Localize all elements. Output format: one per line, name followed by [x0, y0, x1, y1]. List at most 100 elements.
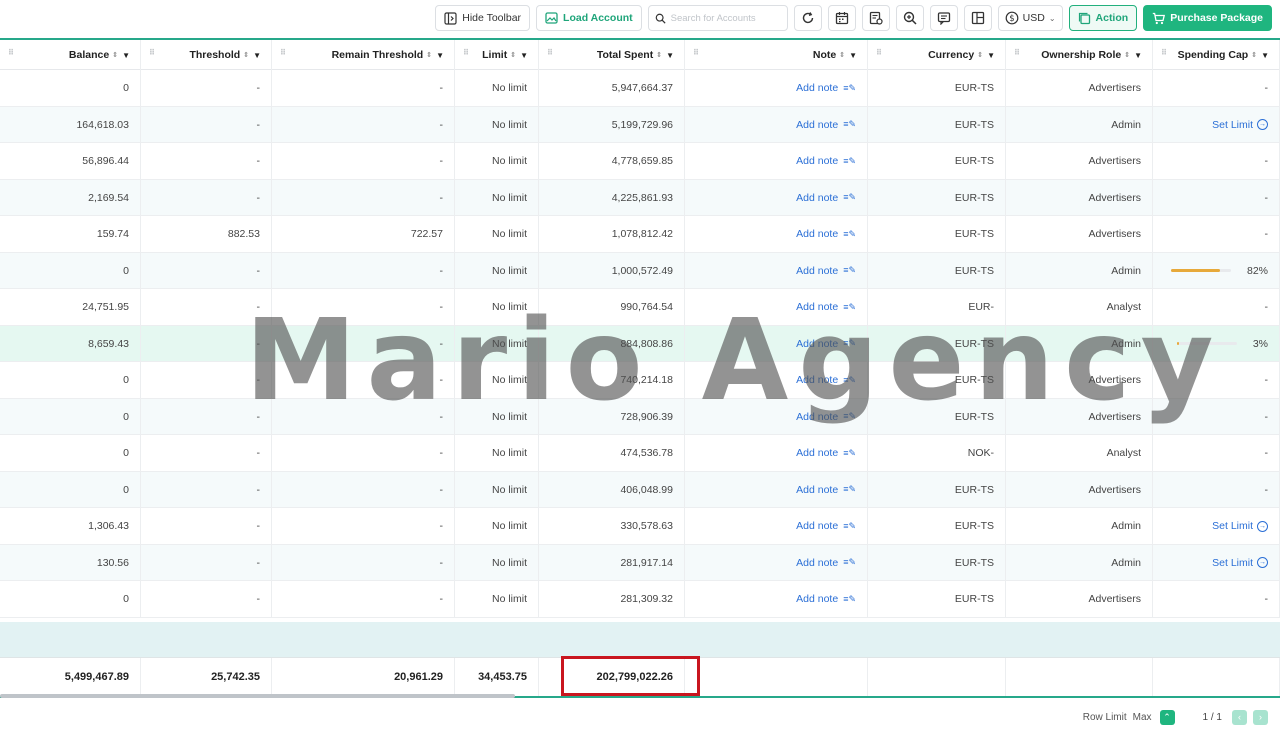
table-row[interactable]: 159.74 882.53 722.57 No limit 1,078,812.42 Ad…	[0, 216, 1280, 253]
caret-down-icon[interactable]: ▼	[253, 51, 261, 60]
cell-note[interactable]: Add note ≡✎	[685, 581, 868, 617]
currency-select[interactable]: $ USD ⌄	[997, 5, 1063, 31]
drag-handle-icon[interactable]: ⠿	[463, 49, 469, 59]
drag-handle-icon[interactable]: ⠿	[280, 49, 286, 59]
cell-note[interactable]: Add note ≡✎	[685, 471, 868, 508]
edit-note-icon[interactable]: ≡✎	[843, 265, 856, 276]
cell-note[interactable]: Add note ≡✎	[685, 216, 868, 252]
table-row[interactable]: 0- - No limit 281,309.32 Add note ≡✎ EUR-TS Adv…	[0, 581, 1280, 618]
column-header-note[interactable]: ⠿ Note ⇕ ▼	[685, 40, 868, 70]
table-row[interactable]: 0- - No limit 5,947,664.37 Add note ≡✎ EUR-TS A…	[0, 70, 1280, 107]
sort-icon[interactable]: ⇕	[426, 51, 432, 59]
cell-note[interactable]: Add note ≡✎	[685, 398, 868, 435]
horizontal-scrollbar[interactable]	[0, 694, 515, 698]
table-row[interactable]: 0- - No limit 728,906.39 Add note ≡✎ EUR-TS Adv…	[0, 398, 1280, 435]
add-note-link[interactable]: Add note	[796, 447, 838, 459]
cell-note[interactable]: Add note ≡✎	[685, 544, 868, 581]
next-page-button[interactable]: ›	[1253, 709, 1268, 725]
sort-icon[interactable]: ⇕	[1124, 51, 1130, 59]
cell-note[interactable]: Add note ≡✎	[685, 289, 868, 325]
table-row[interactable]: 0- - No limit 406,048.99 Add note ≡✎ EUR-TS Adv…	[0, 471, 1280, 508]
sort-icon[interactable]: ⇕	[1251, 51, 1257, 59]
calendar-button[interactable]	[827, 5, 856, 31]
arrow-right-circle-icon[interactable]: →	[1257, 119, 1268, 130]
add-note-link[interactable]: Add note	[796, 338, 838, 350]
layout-button[interactable]	[963, 5, 992, 31]
purchase-package-button[interactable]: Purchase Package	[1143, 5, 1272, 31]
sort-icon[interactable]: ⇕	[977, 51, 983, 59]
comments-button[interactable]	[929, 5, 958, 31]
cell-note[interactable]: Add note ≡✎	[685, 70, 868, 106]
table-row[interactable]: 56,896.44- - No limit 4,778,659.85 Add note ≡…	[0, 143, 1280, 180]
add-note-link[interactable]: Add note	[796, 374, 838, 386]
refresh-button[interactable]	[793, 5, 822, 31]
add-note-link[interactable]: Add note	[796, 593, 838, 605]
search-input[interactable]	[670, 12, 781, 24]
edit-note-icon[interactable]: ≡✎	[843, 192, 856, 203]
drag-handle-icon[interactable]: ⠿	[8, 49, 14, 59]
cell-note[interactable]: Add note ≡✎	[685, 179, 868, 216]
set-limit-link[interactable]: Set Limit	[1212, 119, 1253, 131]
cell-note[interactable]: Add note ≡✎	[685, 508, 868, 544]
drag-handle-icon[interactable]: ⠿	[149, 49, 155, 59]
edit-note-icon[interactable]: ≡✎	[843, 302, 856, 313]
column-header-remain-threshold[interactable]: ⠿ Remain Threshold ⇕ ▼	[272, 40, 455, 70]
column-header-spending-cap[interactable]: ⠿ Spending Cap ⇕ ▼	[1153, 40, 1280, 70]
cell-spending-cap[interactable]: Set Limit →	[1153, 106, 1280, 143]
column-header-ownership-role[interactable]: ⠿ Ownership Role ⇕ ▼	[1006, 40, 1153, 70]
sort-icon[interactable]: ⇕	[656, 51, 662, 59]
edit-note-icon[interactable]: ≡✎	[843, 557, 856, 568]
add-note-link[interactable]: Add note	[796, 155, 838, 167]
cell-note[interactable]: Add note ≡✎	[685, 106, 868, 143]
edit-note-icon[interactable]: ≡✎	[843, 375, 856, 386]
caret-down-icon[interactable]: ▼	[666, 51, 674, 60]
add-note-link[interactable]: Add note	[796, 301, 838, 313]
edit-note-icon[interactable]: ≡✎	[843, 83, 856, 94]
arrow-right-circle-icon[interactable]: →	[1257, 557, 1268, 568]
action-button[interactable]: Action	[1068, 5, 1138, 31]
table-row[interactable]: 2,169.54- - No limit 4,225,861.93 Add note ≡✎…	[0, 179, 1280, 216]
report-button[interactable]	[861, 5, 890, 31]
add-note-link[interactable]: Add note	[796, 557, 838, 569]
table-row[interactable]: 8,659.43- - No limit 884,808.86 Add note ≡✎ EU…	[0, 325, 1280, 362]
caret-down-icon[interactable]: ▼	[849, 51, 857, 60]
edit-note-icon[interactable]: ≡✎	[843, 156, 856, 167]
caret-down-icon[interactable]: ▼	[987, 51, 995, 60]
add-note-link[interactable]: Add note	[796, 192, 838, 204]
sort-icon[interactable]: ⇕	[112, 51, 118, 59]
caret-down-icon[interactable]: ▼	[1134, 51, 1142, 60]
caret-down-icon[interactable]: ▼	[520, 51, 528, 60]
cell-note[interactable]: Add note ≡✎	[685, 252, 868, 289]
table-row[interactable]: 0- - No limit 1,000,572.49 Add note ≡✎ EUR-TS A…	[0, 252, 1280, 289]
cell-note[interactable]: Add note ≡✎	[685, 435, 868, 471]
table-row[interactable]: 1,306.43- - No limit 330,578.63 Add note ≡✎ EU…	[0, 508, 1280, 545]
table-row[interactable]: 24,751.95- - No limit 990,764.54 Add note ≡✎ E…	[0, 289, 1280, 326]
cell-spending-cap[interactable]: Set Limit →	[1153, 508, 1280, 544]
caret-down-icon[interactable]: ▼	[436, 51, 444, 60]
add-note-link[interactable]: Add note	[796, 82, 838, 94]
load-account-button[interactable]: Load Account	[536, 5, 642, 31]
edit-note-icon[interactable]: ≡✎	[843, 521, 856, 532]
add-note-link[interactable]: Add note	[796, 411, 838, 423]
add-note-link[interactable]: Add note	[796, 265, 838, 277]
column-header-currency[interactable]: ⠿ Currency ⇕ ▼	[868, 40, 1006, 70]
add-note-link[interactable]: Add note	[796, 228, 838, 240]
table-row[interactable]: 0- - No limit 740,214.18 Add note ≡✎ EUR-TS Adv…	[0, 362, 1280, 399]
drag-handle-icon[interactable]: ⠿	[547, 49, 553, 59]
edit-note-icon[interactable]: ≡✎	[843, 594, 856, 605]
sort-icon[interactable]: ⇕	[839, 51, 845, 59]
edit-note-icon[interactable]: ≡✎	[843, 338, 856, 349]
cell-note[interactable]: Add note ≡✎	[685, 325, 868, 362]
edit-note-icon[interactable]: ≡✎	[843, 229, 856, 240]
cell-note[interactable]: Add note ≡✎	[685, 362, 868, 398]
drag-handle-icon[interactable]: ⠿	[693, 49, 699, 59]
sort-icon[interactable]: ⇕	[243, 51, 249, 59]
column-header-threshold[interactable]: ⠿ Threshold ⇕ ▼	[141, 40, 272, 70]
add-note-link[interactable]: Add note	[796, 520, 838, 532]
caret-down-icon[interactable]: ▼	[1261, 51, 1269, 60]
table-row[interactable]: 164,618.03- - No limit 5,199,729.96 Add note…	[0, 106, 1280, 143]
set-limit-link[interactable]: Set Limit	[1212, 557, 1253, 569]
add-note-link[interactable]: Add note	[796, 119, 838, 131]
add-note-link[interactable]: Add note	[796, 484, 838, 496]
zoom-button[interactable]	[895, 5, 924, 31]
